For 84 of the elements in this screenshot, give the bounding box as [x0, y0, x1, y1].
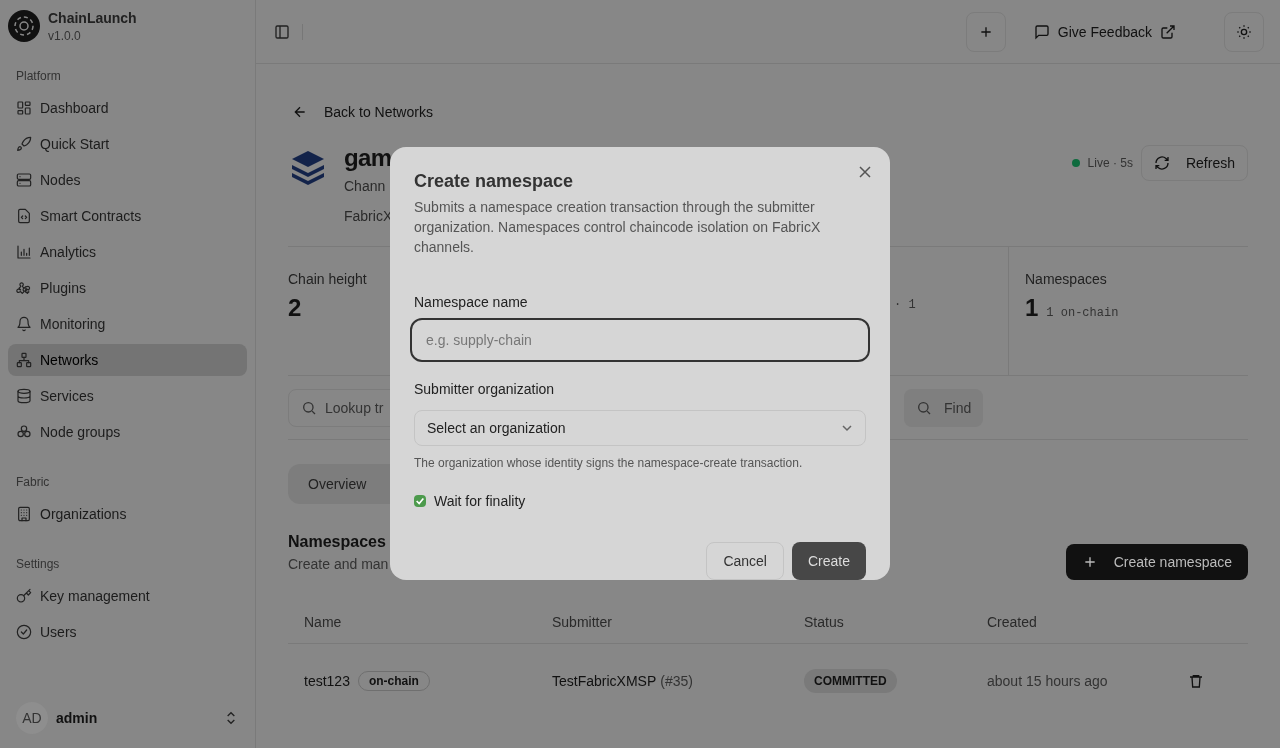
sidebar-item[interactable]: Organizations: [8, 498, 247, 530]
dialog-title: Create namespace: [414, 170, 574, 193]
external-link-icon: [1160, 23, 1176, 40]
feedback-button[interactable]: Give Feedback: [1017, 11, 1192, 52]
finality-checkbox[interactable]: [414, 495, 426, 507]
table-cell-text: TestFabricXMSP: [552, 672, 657, 691]
search-icon: [916, 399, 932, 416]
table-cell-text: test123: [304, 672, 350, 691]
sidebar-item[interactable]: Networks: [8, 344, 247, 376]
sidebar-item[interactable]: Plugins: [8, 272, 247, 304]
add-button[interactable]: [965, 11, 1006, 52]
app-version: v1.0.0: [48, 28, 82, 44]
column-header: Name: [303, 612, 343, 632]
organization-hint: The organization whose identity signs the namespace-create transaction.: [414, 455, 803, 471]
stat-value: 1: [1025, 293, 1039, 323]
arrow-left-icon: [292, 104, 308, 120]
sidebar-section-label: Fabric: [15, 474, 51, 491]
submitter-organization-label: Submitter organization: [414, 379, 555, 399]
column-header: Status: [803, 612, 845, 632]
sidebar-item[interactable]: Key management: [8, 580, 247, 612]
trash-icon[interactable]: [1188, 673, 1204, 689]
sidebar-item[interactable]: Nodes: [8, 164, 247, 196]
namespace-name-label: Namespace name: [414, 293, 528, 312]
boxes-icon: [16, 424, 32, 440]
app-name: ChainLaunch: [48, 9, 137, 28]
database-icon: [16, 388, 32, 404]
sidebar-item[interactable]: Monitoring: [8, 308, 247, 340]
server-icon: [16, 172, 32, 188]
finality-checkbox-label: Wait for finality: [434, 492, 526, 511]
column-header: Submitter: [551, 612, 613, 632]
channel-label: Chann: [344, 177, 386, 196]
table-cell: about 15 hours ago: [987, 673, 1108, 689]
building-icon: [16, 506, 32, 522]
sun-icon: [1236, 23, 1252, 40]
refresh-button[interactable]: Refresh: [1140, 145, 1248, 181]
key-icon: [16, 588, 32, 604]
sidebar-section-label: Platform: [15, 68, 62, 85]
namespace-name-field[interactable]: e.g. supply-chain: [410, 318, 870, 362]
stat-value: 2: [288, 293, 302, 323]
user-name: admin: [56, 709, 98, 728]
rocket-icon: [16, 136, 32, 152]
sidebar-toggle-icon[interactable]: [274, 23, 290, 40]
sidebar-item[interactable]: Services: [8, 380, 247, 412]
dialog-description: Submits a namespace creation transaction through the submitter organization. Namespaces control chaincode isolation on FabricX channels.: [414, 198, 822, 257]
table-cell-text: (#35): [660, 672, 693, 691]
stat-label: Namespaces: [1025, 270, 1108, 289]
bell-icon: [16, 316, 32, 332]
sidebar-item[interactable]: Node groups: [8, 416, 247, 448]
tab[interactable]: Overview: [292, 468, 383, 500]
badge-check-icon: [16, 624, 32, 640]
status-badge: COMMITTED: [804, 669, 897, 693]
sidebar-item[interactable]: Users: [8, 616, 247, 648]
live-status: Live · 5s: [1087, 155, 1133, 171]
section-title: Namespaces: [288, 532, 386, 552]
column-header: Created: [986, 612, 1038, 632]
section-subtitle: Create and man: [288, 555, 389, 574]
user-avatar: AD: [16, 702, 48, 734]
search-icon: [301, 399, 317, 416]
find-button[interactable]: Find: [904, 388, 984, 427]
dashboard-icon: [16, 100, 32, 116]
sidebar-item[interactable]: Analytics: [8, 236, 247, 268]
stat-detail: · 1: [894, 297, 916, 313]
bar-chart-icon: [16, 244, 32, 260]
sidebar-item[interactable]: Quick Start: [8, 128, 247, 160]
message-icon: [1033, 23, 1050, 40]
sidebar-section-label: Settings: [15, 556, 61, 573]
refresh-icon: [1153, 155, 1170, 171]
code-file-icon: [16, 208, 32, 224]
create-namespace-button[interactable]: Create namespace: [1065, 544, 1248, 580]
sidebar-item[interactable]: Smart Contracts: [8, 200, 247, 232]
close-icon[interactable]: [859, 166, 871, 178]
stat-detail: 1 on-chain: [1046, 305, 1119, 321]
network-description: FabricX: [344, 207, 393, 226]
puzzle-icon: [16, 280, 32, 296]
cancel-button[interactable]: Cancel: [706, 542, 784, 580]
logo-icon: [8, 10, 40, 42]
back-link[interactable]: Back to Networks: [288, 102, 433, 122]
network-icon: [16, 352, 32, 368]
network-name: gam: [344, 144, 392, 172]
theme-toggle-button[interactable]: [1224, 11, 1264, 52]
sidebar-item[interactable]: Dashboard: [8, 92, 247, 124]
stat-label: Chain height: [288, 270, 368, 289]
organization-select[interactable]: Select an organization: [414, 409, 866, 446]
create-button[interactable]: Create: [791, 542, 866, 580]
